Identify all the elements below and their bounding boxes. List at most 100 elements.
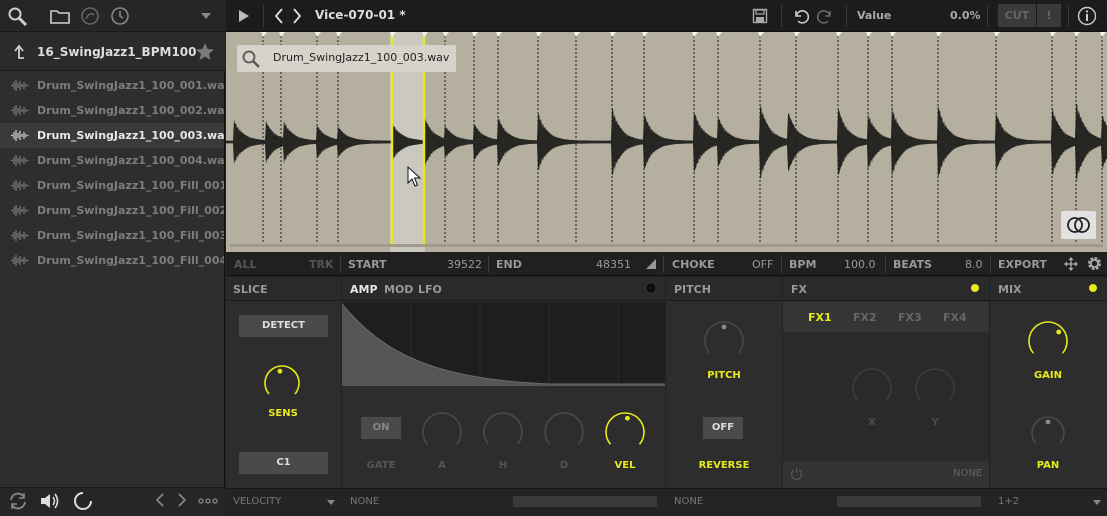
hold-a-knob[interactable] xyxy=(420,410,464,454)
audio-file-icon xyxy=(10,154,30,167)
file-name: Drum_SwingJazz1_100_002.wav xyxy=(37,104,224,117)
audio-file-icon xyxy=(10,129,30,142)
file-list-item[interactable]: Drum_SwingJazz1_100_Fill_002.wav xyxy=(0,198,224,223)
tab-fx3[interactable]: FX3 xyxy=(898,311,922,324)
fx-x-knob[interactable] xyxy=(850,366,894,410)
fx-x-label: X xyxy=(868,417,876,428)
tab-fx4[interactable]: FX4 xyxy=(943,311,967,324)
overlay-toggle-button[interactable] xyxy=(1061,211,1096,239)
envelope-curve xyxy=(342,302,665,386)
pitch-mod-source[interactable]: NONE xyxy=(674,496,703,507)
all-filter[interactable]: ALL xyxy=(234,258,257,271)
next-arrow-icon[interactable] xyxy=(292,8,302,24)
slice-title: SLICE xyxy=(233,283,268,296)
bpm-label: BPM xyxy=(789,258,817,271)
dropdown-arrow-icon[interactable] xyxy=(327,500,335,505)
file-list-item[interactable]: Drum_SwingJazz1_100_Fill_004.wav xyxy=(0,248,224,273)
gear-icon[interactable] xyxy=(1086,255,1103,272)
amp-indicator-led[interactable] xyxy=(647,284,655,292)
prev-arrow-icon[interactable] xyxy=(274,8,284,24)
velocity-knob[interactable] xyxy=(603,410,647,454)
chevron-left-icon[interactable] xyxy=(155,493,165,507)
undo-icon[interactable] xyxy=(792,7,810,25)
history-clock-icon[interactable] xyxy=(110,6,130,26)
velocity-dropdown-value[interactable]: VELOCITY xyxy=(233,496,281,507)
strip-divider xyxy=(663,255,664,273)
gate-on-button[interactable]: ON xyxy=(361,417,401,439)
sample-search-value[interactable]: Drum_SwingJazz1_100_003.wav xyxy=(273,51,449,64)
tab-fx2[interactable]: FX2 xyxy=(853,311,877,324)
c1-button[interactable]: C1 xyxy=(239,452,328,474)
end-value[interactable]: 48351 xyxy=(596,258,631,271)
file-name: Drum_SwingJazz1_100_001.wav xyxy=(37,79,224,92)
drag-move-icon[interactable] xyxy=(1064,257,1078,271)
beats-value[interactable]: 8.0 xyxy=(965,258,983,271)
reverse-off-button[interactable]: OFF xyxy=(703,417,743,439)
info-icon[interactable] xyxy=(1077,6,1097,26)
chevron-down-icon[interactable] xyxy=(200,12,212,20)
toolbar-divider xyxy=(263,5,264,27)
bpm-value[interactable]: 100.0 xyxy=(844,258,876,271)
sensitivity-knob[interactable] xyxy=(262,363,302,403)
file-list-item[interactable]: Drum_SwingJazz1_100_001.wav xyxy=(0,73,224,98)
gain-label: GAIN xyxy=(1033,370,1063,381)
detect-button[interactable]: DETECT xyxy=(239,315,328,337)
pitch-mod-amount-slider[interactable] xyxy=(837,496,981,507)
envelope-display[interactable] xyxy=(342,302,665,386)
file-list-item[interactable]: Drum_SwingJazz1_100_003.wav xyxy=(0,123,224,148)
fx-enabled-led[interactable] xyxy=(971,284,979,292)
choke-value[interactable]: OFF xyxy=(752,258,773,271)
gain-knob[interactable] xyxy=(1026,319,1070,363)
fx-y-knob[interactable] xyxy=(913,366,957,410)
favorites-icon[interactable] xyxy=(80,6,100,26)
fx-type-value[interactable]: NONE xyxy=(953,468,982,479)
file-list-item[interactable]: Drum_SwingJazz1_100_004.wav xyxy=(0,148,224,173)
tab-amp[interactable]: AMP xyxy=(350,283,378,296)
tab-mod[interactable]: MOD xyxy=(384,283,413,296)
mix-panel xyxy=(990,277,1107,488)
toolbar-divider xyxy=(987,5,988,27)
cut-button[interactable]: CUT xyxy=(998,4,1036,27)
hold-label: H xyxy=(498,460,508,471)
pan-knob[interactable] xyxy=(1029,414,1067,452)
end-label: END xyxy=(496,258,522,271)
tab-lfo[interactable]: LFO xyxy=(418,283,442,296)
export-button[interactable]: EXPORT xyxy=(998,258,1047,271)
strip-divider xyxy=(781,255,782,273)
hold-h-knob[interactable] xyxy=(481,410,525,454)
tab-fx1[interactable]: FX1 xyxy=(808,311,832,324)
pan-label: PAN xyxy=(1036,460,1060,471)
magnifier-icon[interactable] xyxy=(241,49,261,69)
dropdown-arrow-icon[interactable] xyxy=(1093,500,1101,505)
amp-mod-amount-slider[interactable] xyxy=(513,496,657,507)
decay-knob[interactable] xyxy=(542,410,586,454)
file-list-item[interactable]: Drum_SwingJazz1_100_002.wav xyxy=(0,98,224,123)
fx-title: FX xyxy=(791,283,807,296)
track-filter[interactable]: TRK xyxy=(309,258,334,271)
more-options-icon[interactable] xyxy=(198,498,218,504)
mix-enabled-led[interactable] xyxy=(1089,284,1097,292)
file-list-item[interactable]: Drum_SwingJazz1_100_Fill_003.wav xyxy=(0,223,224,248)
value-label: Value xyxy=(857,9,892,22)
chevron-right-icon[interactable] xyxy=(177,493,187,507)
amp-mod-source[interactable]: NONE xyxy=(350,496,379,507)
audio-file-icon xyxy=(10,254,30,267)
folder-icon[interactable] xyxy=(50,8,70,24)
up-arrow-icon[interactable] xyxy=(12,44,26,60)
play-icon[interactable] xyxy=(238,9,250,23)
audio-file-icon xyxy=(10,229,30,242)
speaker-icon[interactable] xyxy=(39,491,61,511)
star-icon[interactable] xyxy=(195,42,215,61)
redo-icon[interactable] xyxy=(816,7,834,25)
save-icon[interactable] xyxy=(752,8,768,24)
power-icon[interactable] xyxy=(790,467,803,480)
audio-file-icon xyxy=(10,79,30,92)
warning-button[interactable]: ! xyxy=(1037,4,1061,27)
sync-icon[interactable] xyxy=(8,491,28,511)
output-routing-value[interactable]: 1+2 xyxy=(998,496,1019,507)
start-value[interactable]: 39522 xyxy=(447,258,482,271)
file-list-item[interactable]: Drum_SwingJazz1_100_Fill_001.wav xyxy=(0,173,224,198)
fade-corner-icon[interactable] xyxy=(645,258,657,270)
search-icon[interactable] xyxy=(8,7,28,27)
pitch-knob[interactable] xyxy=(702,319,746,363)
